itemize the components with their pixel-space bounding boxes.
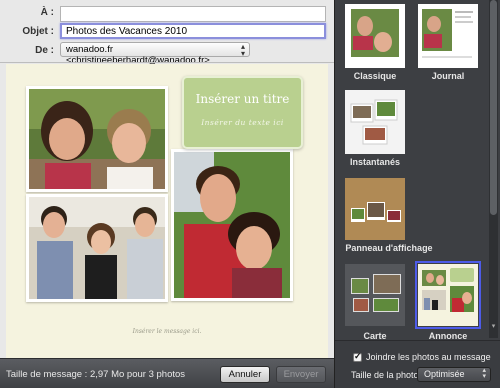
subject-label: Objet :	[22, 26, 54, 37]
to-row: À :	[0, 4, 334, 22]
template-carte[interactable]: Carte	[345, 264, 405, 344]
template-browser: Classique Journal Instantanés Panneau d'…	[334, 0, 500, 388]
send-button[interactable]: Envoyer	[276, 366, 326, 383]
subject-field[interactable]: Photos des Vacances 2010	[60, 23, 326, 39]
template-label: Panneau d'affichage	[345, 243, 433, 253]
template-journal[interactable]: Journal	[418, 4, 478, 84]
select-arrows-icon: ▴ ▾	[482, 367, 486, 380]
template-thumbnail	[415, 261, 481, 329]
photo-size-label: Taille de la photo :	[351, 370, 424, 380]
template-panneau-affichage[interactable]: Panneau d'affichage	[345, 178, 433, 258]
template-scrollbar[interactable]: ▾	[489, 0, 498, 338]
family-photo-3	[174, 152, 290, 298]
attach-photos-checkbox[interactable]: ✓	[353, 351, 362, 362]
stationery-canvas[interactable]: Insérer un titre Insérer du texte ici In…	[6, 64, 328, 358]
template-classique[interactable]: Classique	[345, 4, 405, 84]
template-label: Instantanés	[349, 157, 400, 167]
template-instantanes[interactable]: Instantanés	[345, 90, 405, 170]
photo-slot-2[interactable]	[26, 194, 168, 302]
photo-slot-1[interactable]	[26, 86, 168, 192]
template-thumbnail	[345, 4, 405, 68]
subject-row: Objet : Photos des Vacances 2010	[0, 23, 334, 41]
header-divider	[0, 62, 334, 63]
family-photo-2	[29, 197, 165, 299]
template-thumbnail	[345, 90, 405, 154]
template-thumbnail	[345, 178, 405, 240]
title-card[interactable]: Insérer un titre Insérer du texte ici	[182, 76, 303, 149]
template-thumbnail	[345, 264, 405, 326]
title-placeholder[interactable]: Insérer un titre	[184, 92, 301, 106]
template-thumbnail	[418, 4, 478, 68]
mail-compose-area: À : Objet : Photos des Vacances 2010 De …	[0, 0, 334, 388]
to-field[interactable]	[60, 6, 326, 22]
scroll-thumb[interactable]	[490, 0, 497, 215]
message-placeholder[interactable]: Insérer le message ici.	[6, 328, 328, 335]
family-photo-1	[29, 89, 165, 189]
scroll-down-icon[interactable]: ▾	[490, 322, 497, 332]
template-label: Journal	[431, 71, 465, 81]
photo-size-select[interactable]: Optimisée ▴ ▾	[417, 367, 491, 382]
status-bar: Taille de message : 2,97 Mo pour 3 photo…	[0, 358, 334, 388]
photo-slot-3[interactable]	[171, 149, 293, 301]
cancel-button[interactable]: Annuler	[220, 366, 270, 383]
to-label: À :	[40, 7, 54, 18]
select-arrows-icon: ▴ ▾	[240, 42, 245, 58]
from-label: De :	[35, 45, 54, 56]
template-annonce[interactable]: Annonce	[415, 261, 481, 344]
from-row: De : wanadoo.fr <christineeberhardt@wana…	[0, 42, 334, 66]
attachment-options: ✓ Joindre les photos au message Taille d…	[335, 340, 500, 388]
checkmark-icon: ✓	[354, 351, 362, 361]
from-select[interactable]: wanadoo.fr <christineeberhardt@wanadoo.f…	[60, 42, 250, 66]
message-size-text: Taille de message : 2,97 Mo pour 3 photo…	[6, 369, 186, 380]
template-label: Classique	[353, 71, 397, 81]
attach-photos-label[interactable]: Joindre les photos au message	[366, 352, 491, 362]
subtitle-placeholder[interactable]: Insérer du texte ici	[184, 118, 301, 127]
photo-size-value: Optimisée	[424, 369, 465, 379]
